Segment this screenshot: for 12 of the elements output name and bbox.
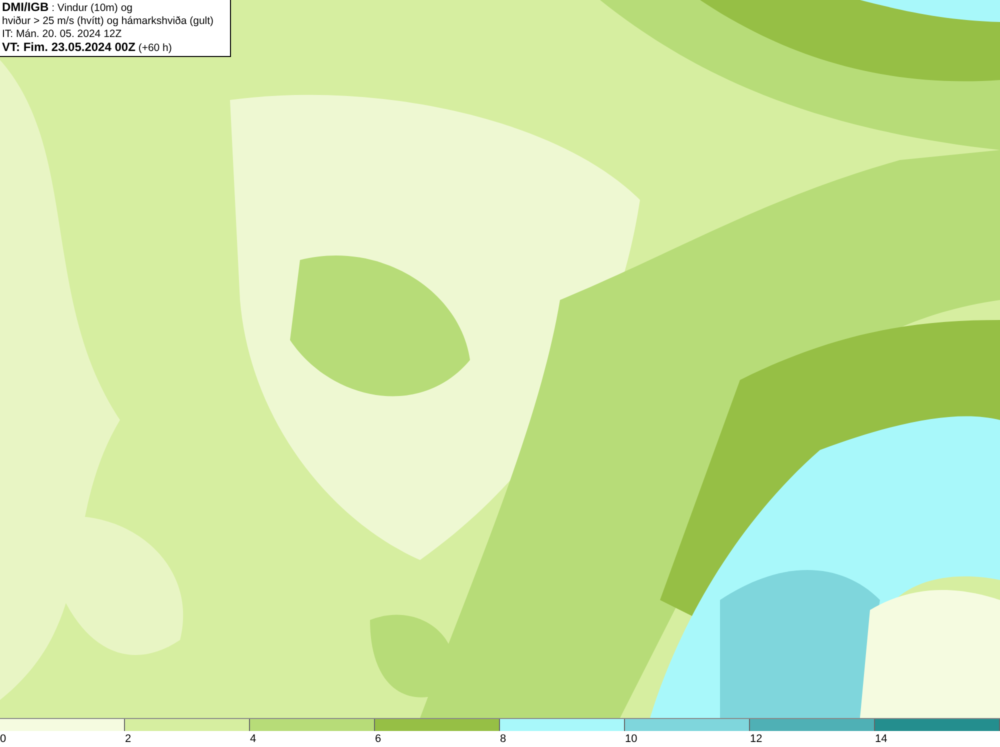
legend-label: 8 bbox=[500, 733, 506, 745]
title-line: DMI/IGB : Vindur (10m) og bbox=[2, 1, 134, 15]
title-line: hviður > 25 m/s (hvítt) og hámarkshviða (gult) bbox=[2, 15, 215, 28]
title-line: VT: Fim. 23.05.2024 00Z (+60 h) bbox=[2, 41, 173, 55]
legend-label: 2 bbox=[125, 733, 132, 745]
legend-label: 10 bbox=[625, 733, 638, 745]
legend-label: 6 bbox=[375, 733, 382, 745]
legend-label: 4 bbox=[250, 733, 256, 745]
legend-label: 0 bbox=[0, 733, 6, 745]
legend-label: 14 bbox=[875, 733, 888, 745]
title-line: IT: Mán. 20. 05. 2024 12Z bbox=[2, 28, 123, 41]
legend-label: 12 bbox=[750, 733, 762, 745]
